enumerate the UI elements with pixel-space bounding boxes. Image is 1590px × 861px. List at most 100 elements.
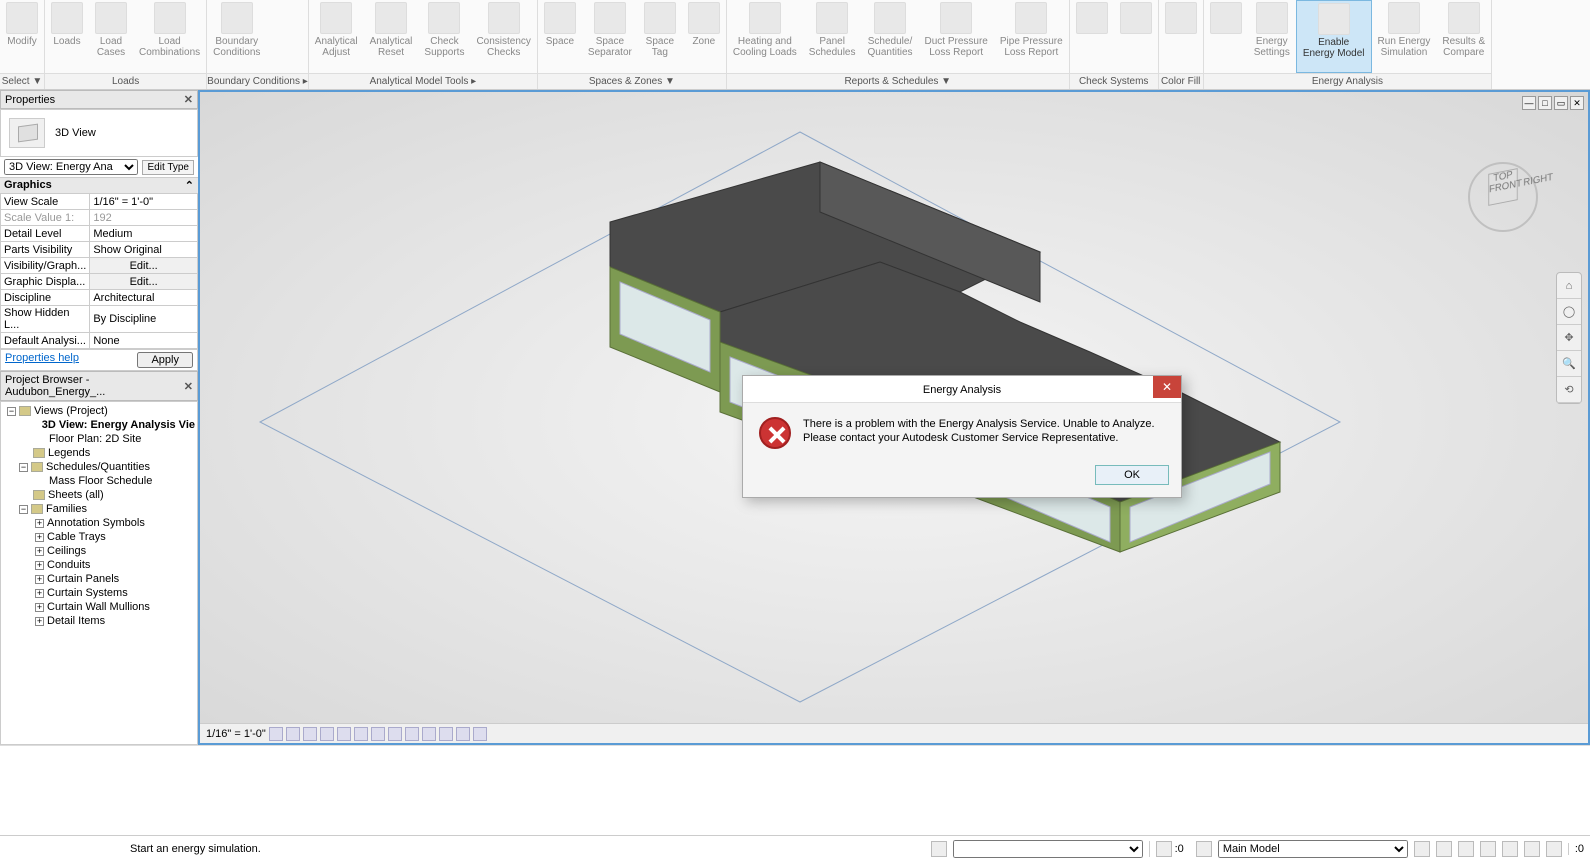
ribbon-button[interactable]: Loads bbox=[45, 0, 89, 73]
prop-value[interactable]: Edit... bbox=[90, 258, 198, 274]
tree-item[interactable]: −Families bbox=[3, 502, 195, 516]
tree-item[interactable]: Mass Floor Schedule bbox=[3, 474, 195, 488]
ribbon-button[interactable]: Run EnergySimulation bbox=[1372, 0, 1437, 73]
view-scale-label[interactable]: 1/16" = 1'-0" bbox=[206, 728, 266, 740]
ribbon-button[interactable]: Duct PressureLoss Report bbox=[919, 0, 994, 73]
type-selector[interactable]: 3D View bbox=[0, 109, 198, 157]
prop-value[interactable]: 192 bbox=[90, 210, 198, 226]
ribbon-button[interactable] bbox=[1070, 0, 1114, 73]
ribbon-button[interactable]: SpaceTag bbox=[638, 0, 682, 73]
prop-value[interactable]: By Discipline bbox=[90, 306, 198, 333]
tree-item[interactable]: Legends bbox=[3, 446, 195, 460]
tree-expander-icon[interactable]: − bbox=[7, 407, 16, 416]
nav-wheel-icon[interactable]: ◯ bbox=[1557, 299, 1581, 325]
tree-item[interactable]: Sheets (all) bbox=[3, 488, 195, 502]
ribbon-button[interactable]: Schedule/Quantities bbox=[861, 0, 918, 73]
nav-zoom-icon[interactable]: 🔍 bbox=[1557, 351, 1581, 377]
tree-expander-icon[interactable]: + bbox=[35, 603, 44, 612]
vb-render-icon[interactable] bbox=[337, 727, 351, 741]
tree-expander-icon[interactable]: + bbox=[35, 575, 44, 584]
ribbon-button[interactable]: Pipe PressureLoss Report bbox=[994, 0, 1069, 73]
prop-value[interactable]: Medium bbox=[90, 226, 198, 242]
sb-filter-icon[interactable] bbox=[1196, 841, 1212, 857]
prop-value[interactable]: 1/16" = 1'-0" bbox=[90, 194, 198, 210]
ribbon-button[interactable]: Modify bbox=[0, 0, 44, 73]
ribbon-button[interactable]: LoadCases bbox=[89, 0, 133, 73]
tree-item[interactable]: +Ceilings bbox=[3, 544, 195, 558]
tree-expander-icon[interactable]: − bbox=[19, 463, 28, 472]
tree-item[interactable]: Floor Plan: 2D Site bbox=[3, 432, 195, 446]
viewport-cascade-icon[interactable]: ▭ bbox=[1554, 96, 1568, 110]
sb-link-icon[interactable] bbox=[931, 841, 947, 857]
tree-item[interactable]: +Curtain Systems bbox=[3, 586, 195, 600]
vb-sun-icon[interactable] bbox=[303, 727, 317, 741]
sb-cloud-icon[interactable] bbox=[1458, 841, 1474, 857]
ribbon-group-label[interactable]: Analytical Model Tools ▸ bbox=[309, 73, 537, 89]
viewcube[interactable]: TOP FRONT RIGHT bbox=[1458, 152, 1548, 242]
viewport-minimize-icon[interactable]: — bbox=[1522, 96, 1536, 110]
ribbon-button[interactable] bbox=[1114, 0, 1158, 73]
vb-temp-hide-icon[interactable] bbox=[405, 727, 419, 741]
sb-select-icon[interactable] bbox=[1156, 841, 1172, 857]
ribbon-button[interactable] bbox=[1159, 0, 1203, 73]
tree-item[interactable]: +Curtain Wall Mullions bbox=[3, 600, 195, 614]
viewport-maximize-icon[interactable]: □ bbox=[1538, 96, 1552, 110]
ribbon-button[interactable]: BoundaryConditions bbox=[207, 0, 266, 73]
dialog-close-button[interactable]: ✕ bbox=[1153, 376, 1181, 398]
ribbon-button[interactable]: SpaceSeparator bbox=[582, 0, 638, 73]
project-browser[interactable]: −Views (Project)3D View: Energy Analysis… bbox=[0, 401, 198, 745]
properties-close-icon[interactable]: ✕ bbox=[184, 93, 193, 106]
prop-value[interactable]: Edit... bbox=[90, 274, 198, 290]
tree-item[interactable]: +Curtain Panels bbox=[3, 572, 195, 586]
sb-workset-selector[interactable]: Main Model bbox=[1218, 840, 1408, 858]
ribbon-button[interactable]: AnalyticalReset bbox=[364, 0, 419, 73]
ribbon-button[interactable] bbox=[1204, 0, 1248, 73]
view-instance-selector[interactable]: 3D View: Energy Ana bbox=[4, 159, 138, 175]
viewport-3d[interactable]: — □ ▭ ✕ bbox=[198, 90, 1590, 745]
ribbon-button[interactable]: PanelSchedules bbox=[803, 0, 862, 73]
vb-reveal-icon[interactable] bbox=[422, 727, 436, 741]
edit-type-button[interactable]: Edit Type bbox=[142, 160, 194, 175]
sb-select-toggle-1[interactable] bbox=[1480, 841, 1496, 857]
ribbon-group-label[interactable]: Select ▼ bbox=[0, 73, 44, 89]
browser-close-icon[interactable]: ✕ bbox=[184, 380, 193, 393]
tree-expander-icon[interactable]: + bbox=[35, 533, 44, 542]
tree-expander-icon[interactable]: + bbox=[35, 589, 44, 598]
vb-shadows-icon[interactable] bbox=[320, 727, 334, 741]
vb-highlight-icon[interactable] bbox=[473, 727, 487, 741]
tree-expander-icon[interactable]: + bbox=[35, 547, 44, 556]
sb-select-toggle-3[interactable] bbox=[1524, 841, 1540, 857]
prop-value[interactable]: None bbox=[90, 333, 198, 349]
tree-item[interactable]: +Detail Items bbox=[3, 614, 195, 628]
ribbon-group-label[interactable]: Reports & Schedules ▼ bbox=[727, 73, 1069, 89]
vb-detail-icon[interactable] bbox=[269, 727, 283, 741]
vb-crop-icon[interactable] bbox=[354, 727, 368, 741]
sb-sync-icon[interactable] bbox=[1436, 841, 1452, 857]
nav-orbit-icon[interactable]: ⟲ bbox=[1557, 377, 1581, 403]
viewport-close-icon[interactable]: ✕ bbox=[1570, 96, 1584, 110]
prop-value[interactable]: Architectural bbox=[90, 290, 198, 306]
tree-item[interactable]: 3D View: Energy Analysis Vie bbox=[3, 418, 195, 432]
tree-expander-icon[interactable]: + bbox=[35, 617, 44, 626]
dialog-ok-button[interactable]: OK bbox=[1095, 465, 1169, 485]
ribbon-button[interactable]: Zone bbox=[682, 0, 726, 73]
nav-pan-icon[interactable]: ✥ bbox=[1557, 325, 1581, 351]
ribbon-button[interactable]: ConsistencyChecks bbox=[470, 0, 536, 73]
sb-select-toggle-2[interactable] bbox=[1502, 841, 1518, 857]
sb-select-toggle-4[interactable] bbox=[1546, 841, 1562, 857]
tree-item[interactable]: +Cable Trays bbox=[3, 530, 195, 544]
sb-design-options[interactable] bbox=[953, 840, 1143, 858]
ribbon-button[interactable]: Space bbox=[538, 0, 582, 73]
tree-item[interactable]: +Annotation Symbols bbox=[3, 516, 195, 530]
ribbon-button[interactable]: EnableEnergy Model bbox=[1296, 0, 1372, 73]
ribbon-group-label[interactable]: Boundary Conditions ▸ bbox=[207, 73, 308, 89]
tree-item[interactable]: −Schedules/Quantities bbox=[3, 460, 195, 474]
ribbon-button[interactable]: AnalyticalAdjust bbox=[309, 0, 364, 73]
vb-visual-style-icon[interactable] bbox=[286, 727, 300, 741]
ribbon-group-label[interactable]: Color Fill bbox=[1159, 73, 1203, 89]
prop-value[interactable]: Show Original bbox=[90, 242, 198, 258]
ribbon-group-label[interactable]: Spaces & Zones ▼ bbox=[538, 73, 726, 89]
vb-crop-region-icon[interactable] bbox=[371, 727, 385, 741]
sb-editable-icon[interactable] bbox=[1414, 841, 1430, 857]
ribbon-button[interactable]: CheckSupports bbox=[418, 0, 470, 73]
